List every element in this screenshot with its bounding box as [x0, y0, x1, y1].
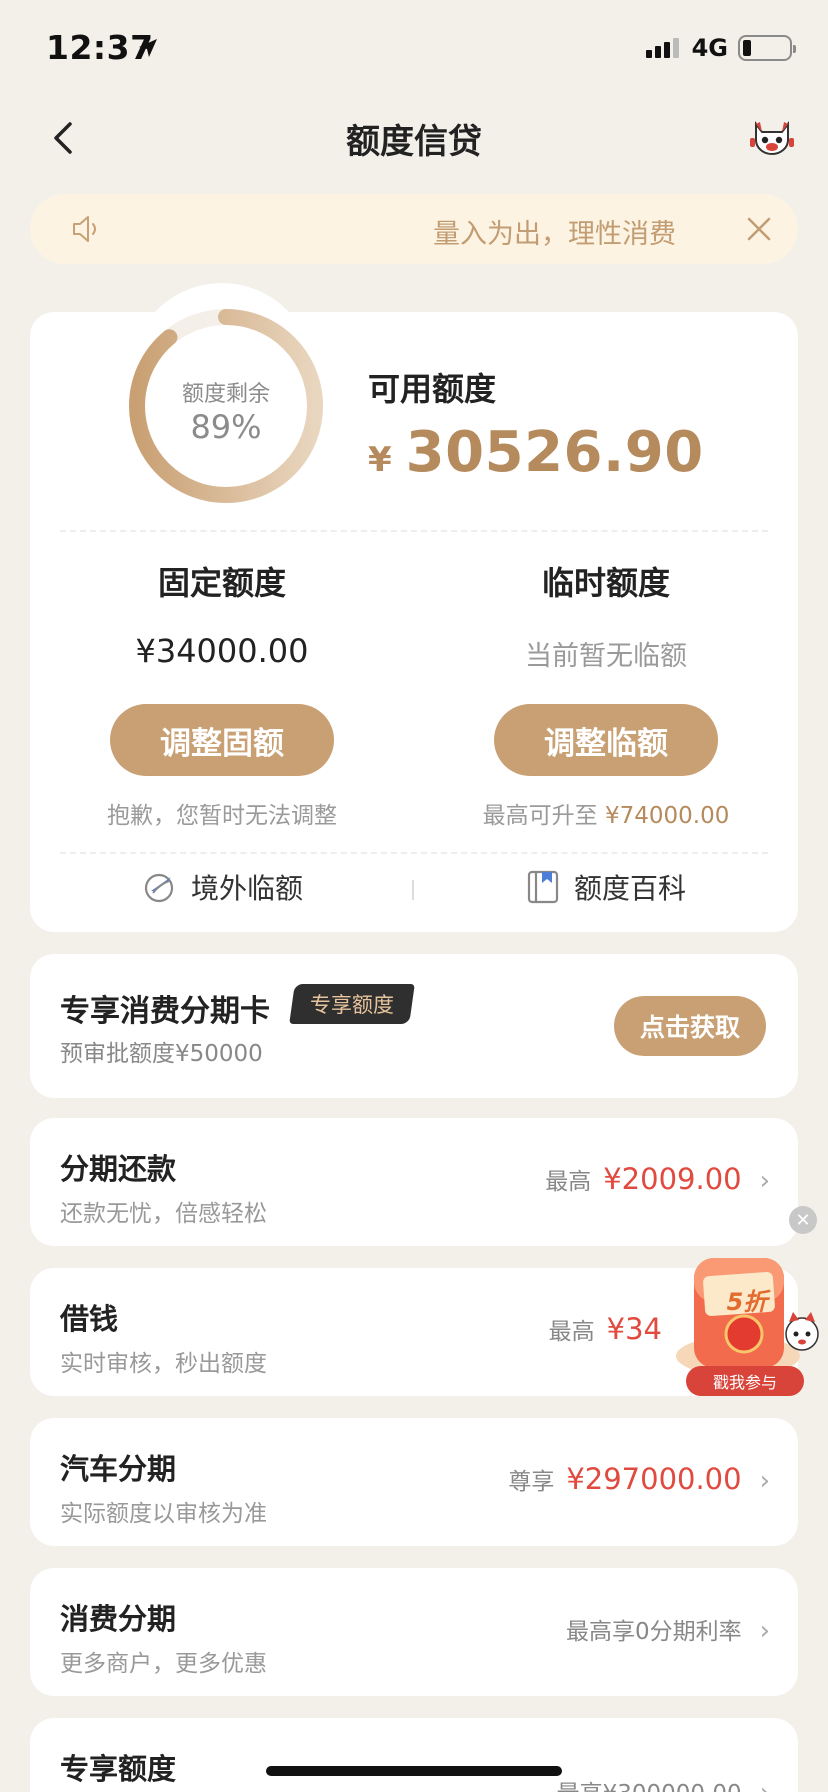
signal-icon: [645, 38, 679, 58]
list-item-amount: ¥2009.00: [603, 1162, 742, 1196]
temp-note-amount: ¥74000.00: [604, 803, 730, 829]
list-item-right: 最高 ¥34: [549, 1312, 662, 1346]
currency-symbol: ¥: [368, 440, 392, 480]
speaker-icon: [70, 212, 104, 246]
list-item-title: 借钱: [60, 1302, 119, 1336]
available-label: 可用额度: [368, 370, 497, 408]
credit-summary-card: 额度剩余 89% 可用额度 ¥ 30526.90 固定额度 ¥34000.00 …: [30, 309, 798, 932]
list-item-title: 专享额度: [60, 1752, 177, 1786]
list-item-amount: ¥34: [606, 1312, 662, 1346]
chevron-right-icon: ›: [759, 1466, 770, 1496]
close-icon: ✕: [795, 1209, 811, 1231]
mascot-cat-icon: [750, 121, 794, 155]
list-item-subtitle: 实时审核，秒出额度: [60, 1351, 267, 1377]
list-item-car-installment[interactable]: 汽车分期 实际额度以审核为准 尊享 ¥297000.00 ›: [30, 1418, 798, 1546]
list-item-prefix: 最高: [548, 1319, 595, 1345]
notice-close-button[interactable]: [744, 214, 774, 244]
divider: [60, 530, 768, 532]
credit-wiki-link[interactable]: 额度百科: [414, 862, 798, 912]
notice-text: 量入为出，理性消费: [433, 219, 676, 250]
temp-credit-value: 当前暂无临额: [525, 641, 687, 672]
battery-icon: [738, 35, 796, 61]
list-item-title: 消费分期: [60, 1602, 177, 1636]
chevron-right-icon: ›: [760, 1778, 770, 1792]
home-indicator: [266, 1766, 562, 1776]
ring-label: 额度剩余: [181, 382, 270, 407]
temp-credit-note: 最高可升至 ¥74000.00: [414, 796, 798, 830]
list-item-subtitle: 实际额度以审核为准: [60, 1501, 267, 1527]
list-item-right: 最高 ¥2009.00 ›: [545, 1162, 770, 1196]
plane-globe-icon: [144, 873, 174, 903]
join-now-button[interactable]: 戳我参与: [686, 1366, 804, 1396]
list-item-prefix: 尊享: [508, 1469, 555, 1495]
list-item-right: 最高享0分期利率 ›: [566, 1612, 770, 1646]
location-arrow-icon: [136, 36, 160, 64]
adjust-fixed-button[interactable]: 调整固额: [110, 704, 334, 776]
temp-credit-title: 临时额度: [541, 564, 670, 602]
fixed-credit-title: 固定额度: [157, 564, 286, 602]
chevron-right-icon: ›: [759, 1616, 770, 1646]
ring-percent: 89%: [190, 408, 262, 446]
list-item-consumer-installment[interactable]: 消费分期 更多商户，更多优惠 最高享0分期利率 ›: [30, 1568, 798, 1696]
promo-subtitle: 预审批额度¥50000: [60, 1041, 263, 1067]
wiki-label: 额度百科: [573, 872, 686, 905]
float-promo-close-button[interactable]: ✕: [789, 1206, 817, 1234]
network-type: 4G: [691, 34, 728, 62]
available-amount: ¥ 30526.90: [368, 420, 704, 485]
overseas-label: 境外临额: [190, 872, 303, 905]
list-item-right: 最高¥300000.00 ›: [557, 1774, 770, 1792]
exclusive-installment-card[interactable]: 专享消费分期卡 专享额度 预审批额度¥50000 点击获取: [30, 954, 798, 1098]
customer-service-button[interactable]: [748, 114, 796, 162]
fixed-credit-value: ¥34000.00: [135, 632, 309, 670]
fixed-credit-note: 抱歉，您暂时无法调整: [107, 803, 337, 829]
list-item-subtitle: 还款无忧，倍感轻松: [60, 1201, 267, 1227]
book-icon: [527, 870, 559, 904]
float-promo-badge: 5折: [726, 1288, 768, 1316]
divider: [60, 852, 768, 854]
available-amount-value: 30526.90: [405, 420, 704, 485]
notice-bar: 量入为出，理性消费: [30, 194, 798, 264]
status-indicators: 4G: [645, 34, 796, 62]
adjust-temp-button[interactable]: 调整临额: [494, 704, 718, 776]
list-item-prefix: 最高: [545, 1169, 592, 1195]
page-title: 额度信贷: [346, 122, 482, 162]
promo-tag: 专享额度: [289, 984, 415, 1024]
list-item-title: 分期还款: [60, 1152, 177, 1186]
get-it-button[interactable]: 点击获取: [614, 996, 766, 1056]
list-item-right-text: 最高享0分期利率: [565, 1619, 742, 1645]
overseas-temp-credit-link[interactable]: 境外临额: [30, 862, 414, 912]
list-item-right: 尊享 ¥297000.00 ›: [508, 1462, 770, 1496]
chevron-right-icon: ›: [759, 1166, 770, 1196]
temp-note-prefix: 最高可升至: [482, 803, 598, 829]
list-item-amount: ¥297000.00: [566, 1462, 742, 1496]
list-item-subtitle: 更多商户，更多优惠: [60, 1651, 267, 1677]
promo-title: 专享消费分期卡: [60, 994, 270, 1029]
list-item-right-text: 最高¥300000.00: [557, 1774, 742, 1792]
list-item-exclusive-credit[interactable]: 专享额度 最高¥300000.00 ›: [30, 1718, 798, 1792]
close-icon: [747, 217, 771, 241]
list-item-installment-repay[interactable]: 分期还款 还款无忧，倍感轻松 最高 ¥2009.00 ›: [30, 1118, 798, 1246]
list-item-title: 汽车分期: [60, 1452, 177, 1486]
promo-tag-label: 专享额度: [310, 993, 394, 1017]
